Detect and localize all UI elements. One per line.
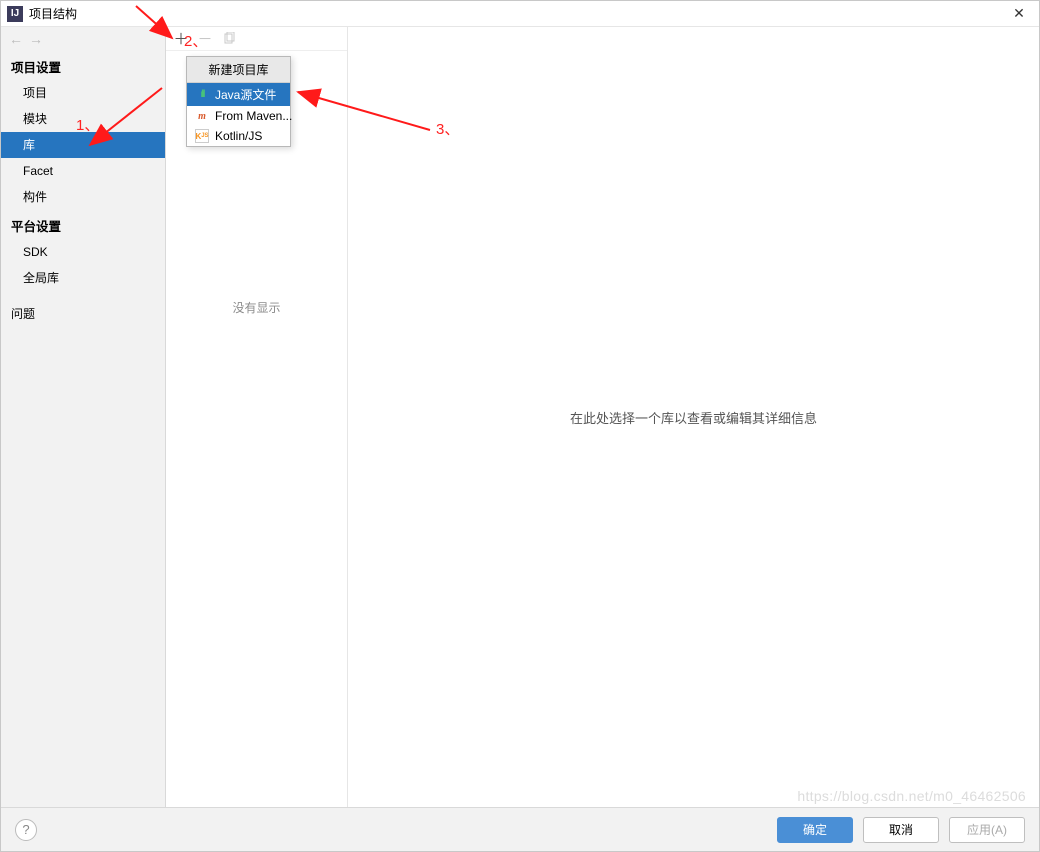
library-toolbar: ＋ －	[166, 27, 347, 51]
sidebar-item-modules[interactable]: 模块	[1, 106, 165, 132]
remove-button: －	[196, 30, 214, 48]
cancel-button[interactable]: 取消	[863, 817, 939, 843]
title-bar: IJ 项目结构 ✕	[1, 1, 1039, 27]
section-header-project-settings: 项目设置	[1, 51, 165, 80]
popup-item-java[interactable]: ılıl Java源文件	[187, 83, 290, 106]
popup-item-label: Kotlin/JS	[215, 129, 262, 143]
popup-item-kotlinjs[interactable]: KJS Kotlin/JS	[187, 126, 290, 146]
ok-button[interactable]: 确定	[777, 817, 853, 843]
sidebar-item-sdk[interactable]: SDK	[1, 239, 165, 265]
sidebar-item-problems[interactable]: 问题	[1, 301, 165, 327]
forward-icon[interactable]: →	[29, 31, 43, 47]
new-library-popup: 新建项目库 ılıl Java源文件 m From Maven... KJS K…	[186, 56, 291, 147]
sidebar-item-libraries[interactable]: 库	[1, 132, 165, 158]
kotlin-icon: KJS	[195, 129, 209, 143]
add-button[interactable]: ＋	[172, 30, 190, 48]
help-button[interactable]: ?	[15, 819, 37, 841]
sidebar-item-global-libraries[interactable]: 全局库	[1, 265, 165, 291]
dialog-footer: ? 确定 取消 应用(A)	[1, 807, 1039, 851]
popup-item-maven[interactable]: m From Maven...	[187, 106, 290, 126]
popup-item-label: Java源文件	[215, 86, 276, 103]
sidebar: ← → 项目设置 项目 模块 库 Facet 构件 平台设置 SDK 全局库 问…	[1, 27, 166, 807]
empty-list-hint: 没有显示	[166, 51, 347, 807]
sidebar-item-project[interactable]: 项目	[1, 80, 165, 106]
back-icon[interactable]: ←	[9, 31, 23, 47]
content-area: ← → 项目设置 项目 模块 库 Facet 构件 平台设置 SDK 全局库 问…	[1, 27, 1039, 807]
close-button[interactable]: ✕	[1005, 4, 1033, 24]
popup-item-label: From Maven...	[215, 109, 292, 123]
popup-header: 新建项目库	[187, 57, 290, 83]
maven-icon: m	[195, 109, 209, 123]
java-icon: ılıl	[195, 88, 209, 102]
apply-button[interactable]: 应用(A)	[949, 817, 1025, 843]
detail-placeholder: 在此处选择一个库以查看或编辑其详细信息	[570, 408, 817, 427]
window-title: 项目结构	[29, 5, 1005, 22]
nav-history-row: ← →	[1, 27, 165, 51]
sidebar-item-artifacts[interactable]: 构件	[1, 184, 165, 210]
detail-pane: 在此处选择一个库以查看或编辑其详细信息	[348, 27, 1039, 807]
sidebar-item-facet[interactable]: Facet	[1, 158, 165, 184]
copy-button	[220, 30, 238, 48]
section-header-platform-settings: 平台设置	[1, 210, 165, 239]
app-icon: IJ	[7, 6, 23, 22]
project-structure-window: IJ 项目结构 ✕ ← → 项目设置 项目 模块 库 Facet 构件 平台设置…	[0, 0, 1040, 852]
